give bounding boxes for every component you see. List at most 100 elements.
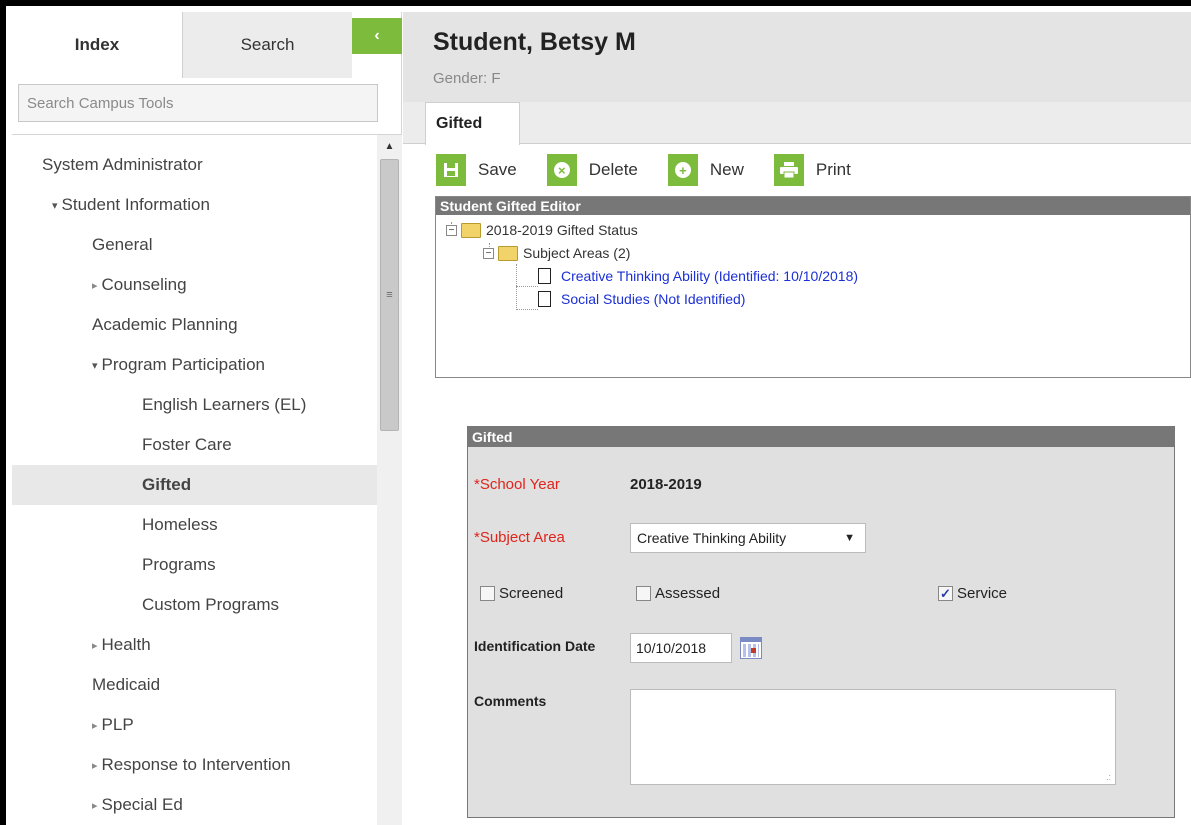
delete-icon: × — [546, 154, 577, 186]
sidebar-item[interactable]: ▸ PLP — [12, 705, 377, 745]
sidebar-item[interactable]: Homeless — [12, 505, 377, 545]
sidebar-item-label: Medicaid — [92, 675, 161, 694]
service-checkbox[interactable]: ✓ Service — [938, 585, 1007, 602]
caret-right-icon[interactable]: ▸ — [92, 719, 98, 732]
sidebar-item-label: Programs — [142, 555, 216, 574]
sidebar-item[interactable]: System Administrator — [12, 145, 377, 185]
dropdown-caret-icon: ▼ — [844, 532, 855, 544]
sidebar-item-label: Special Ed — [101, 795, 183, 814]
sidebar: Index Search ‹ System Administrator▾Stud… — [12, 12, 402, 825]
caret-down-icon[interactable]: ▾ — [92, 359, 98, 372]
collapse-icon[interactable]: − — [446, 224, 457, 236]
sidebar-item[interactable]: ▾ Student Information — [12, 185, 377, 225]
school-year-value: 2018-2019 — [630, 476, 702, 493]
resize-grip-icon[interactable]: .: — [1106, 772, 1111, 782]
checkbox-box[interactable]: ✓ — [938, 586, 953, 601]
sidebar-item-label: System Administrator — [42, 155, 203, 174]
sidebar-item-label: Response to Intervention — [101, 755, 291, 774]
scroll-up-arrow-icon[interactable]: ▲ — [377, 135, 402, 157]
tree-connector — [516, 286, 538, 287]
checkbox-box[interactable] — [636, 586, 651, 601]
sidebar-item-label: English Learners (EL) — [142, 395, 307, 414]
caret-right-icon[interactable]: ▸ — [92, 759, 98, 772]
checkbox-box[interactable] — [480, 586, 495, 601]
comments-label: Comments — [474, 693, 547, 709]
document-icon — [538, 268, 551, 284]
screened-checkbox[interactable]: Screened — [480, 585, 563, 602]
save-label: Save — [478, 160, 517, 179]
comments-textarea[interactable]: .: — [630, 689, 1116, 785]
sidebar-item[interactable]: General — [12, 225, 377, 265]
subject-areas-node[interactable]: − Subject Areas (2) — [483, 245, 630, 261]
new-label: New — [709, 160, 744, 179]
navigation-tree: System Administrator ▾ Student Information… — [12, 134, 402, 825]
app-frame: Index Search ‹ System Administrator▾Stud… — [0, 0, 1191, 825]
tab-bar: Gifted — [403, 102, 1191, 145]
caret-right-icon[interactable]: ▸ — [92, 639, 98, 652]
save-icon — [436, 154, 466, 186]
new-button[interactable]: + New — [667, 154, 744, 186]
subject-areas-label: Subject Areas (2) — [523, 245, 631, 261]
sidebar-item-label: Foster Care — [142, 435, 232, 454]
campus-tools-search — [18, 84, 378, 122]
sidebar-item[interactable]: English Learners (EL) — [12, 385, 377, 425]
student-name: Student, Betsy M — [433, 28, 636, 56]
sidebar-item[interactable]: ▸ Counseling — [12, 265, 377, 305]
screened-label: Screened — [499, 585, 564, 602]
action-toolbar: Save × Delete + New Print — [436, 152, 881, 188]
tree-connector — [516, 264, 517, 310]
sidebar-item-label: Homeless — [142, 515, 218, 534]
sidebar-item[interactable]: Medicaid — [12, 665, 377, 705]
delete-label: Delete — [588, 160, 638, 179]
editor-title: Student Gifted Editor — [436, 197, 1190, 215]
sidebar-item[interactable]: Gifted — [12, 465, 377, 505]
school-year-label: *School Year — [474, 476, 560, 493]
sidebar-item[interactable]: ▸ Special Ed — [12, 785, 377, 825]
student-gender: Gender: F — [433, 70, 501, 87]
caret-right-icon[interactable]: ▸ — [92, 799, 98, 812]
subject-area-select[interactable]: Creative Thinking Ability ▼ — [630, 523, 866, 553]
record-social-studies[interactable]: Social Studies (Not Identified) — [538, 291, 745, 307]
folder-icon — [461, 222, 481, 238]
sidebar-item-label: Student Information — [61, 195, 210, 214]
sidebar-item[interactable]: ▾ Program Participation — [12, 345, 377, 385]
assessed-checkbox[interactable]: Assessed — [636, 585, 720, 602]
main-content: Student, Betsy M Gender: F Gifted Save ×… — [403, 12, 1191, 825]
student-header: Student, Betsy M Gender: F — [403, 12, 1191, 102]
sidebar-item-label: Academic Planning — [92, 315, 238, 334]
gifted-panel-title: Gifted — [468, 427, 1174, 447]
sidebar-item-label: Gifted — [142, 475, 192, 494]
identification-date-input[interactable]: 10/10/2018 — [630, 633, 732, 663]
sidebar-item[interactable]: Programs — [12, 545, 377, 585]
collapse-icon[interactable]: − — [483, 247, 494, 259]
tab-search[interactable]: Search — [182, 12, 352, 78]
save-button[interactable]: Save — [436, 154, 517, 186]
sidebar-item[interactable]: Custom Programs — [12, 585, 377, 625]
sidebar-item-label: General — [92, 235, 153, 254]
search-input[interactable] — [19, 85, 377, 121]
delete-button[interactable]: × Delete — [546, 154, 638, 186]
sidebar-item[interactable]: Academic Planning — [12, 305, 377, 345]
sidebar-scrollbar[interactable]: ▲ ≡ — [377, 135, 402, 825]
caret-down-icon[interactable]: ▾ — [52, 199, 58, 212]
record-creative-thinking[interactable]: Creative Thinking Ability (Identified: 1… — [538, 268, 858, 284]
calendar-icon[interactable] — [740, 637, 762, 659]
tree-list: System Administrator ▾ Student Information… — [12, 135, 377, 825]
folder-icon — [498, 245, 518, 261]
subject-area-label: *Subject Area — [474, 529, 565, 546]
sidebar-item[interactable]: Foster Care — [12, 425, 377, 465]
tree-connector — [516, 309, 538, 310]
subject-area-selected: Creative Thinking Ability — [637, 530, 787, 546]
sidebar-item[interactable]: ▸ Response to Intervention — [12, 745, 377, 785]
assessed-label: Assessed — [655, 585, 721, 602]
caret-right-icon[interactable]: ▸ — [92, 279, 98, 292]
print-button[interactable]: Print — [773, 154, 851, 186]
tab-index[interactable]: Index — [12, 12, 182, 78]
gifted-status-node[interactable]: − 2018-2019 Gifted Status — [446, 222, 638, 238]
sidebar-item[interactable]: ▸ Health — [12, 625, 377, 665]
collapse-sidebar-button[interactable]: ‹ — [352, 18, 402, 54]
scroll-thumb[interactable]: ≡ — [380, 159, 399, 431]
sidebar-item-label: PLP — [101, 715, 134, 734]
tab-gifted[interactable]: Gifted — [425, 102, 520, 145]
identification-date-label: Identification Date — [474, 638, 596, 654]
